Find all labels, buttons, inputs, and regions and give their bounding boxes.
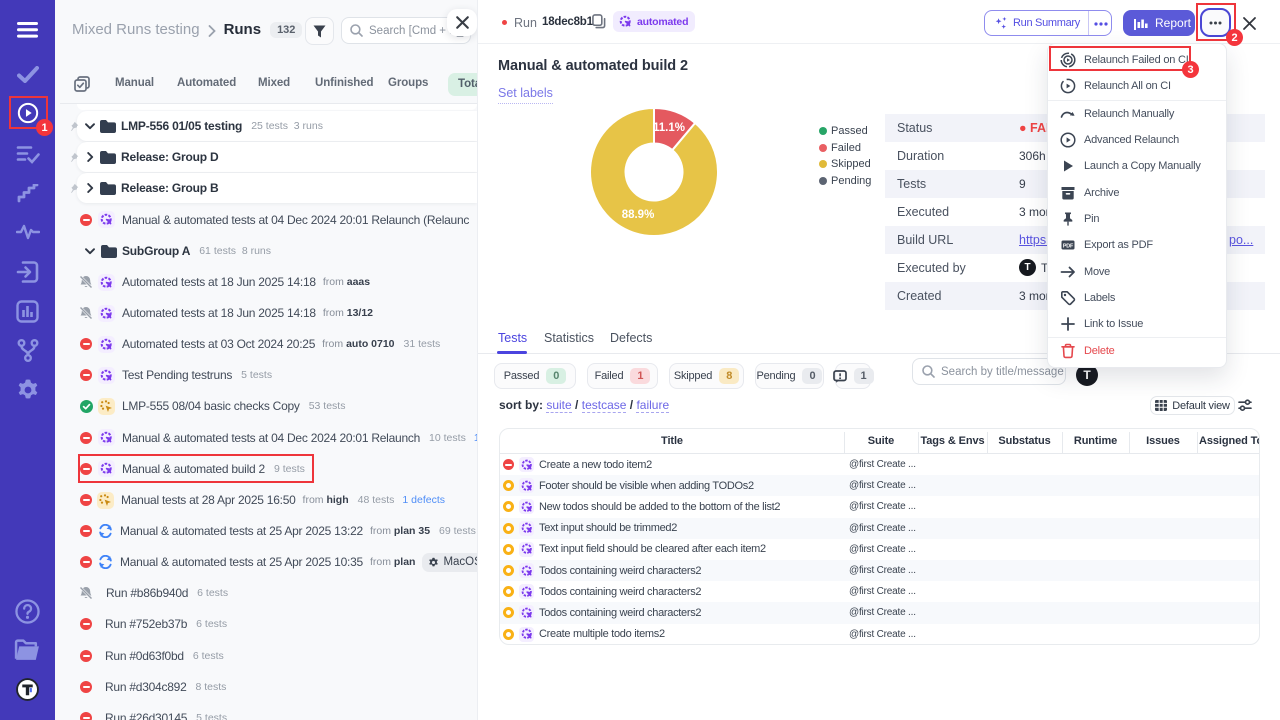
svg-text:11.1%: 11.1% <box>653 122 685 134</box>
svg-text:88.9%: 88.9% <box>622 209 655 221</box>
svg-text:PDF: PDF <box>1063 244 1074 250</box>
